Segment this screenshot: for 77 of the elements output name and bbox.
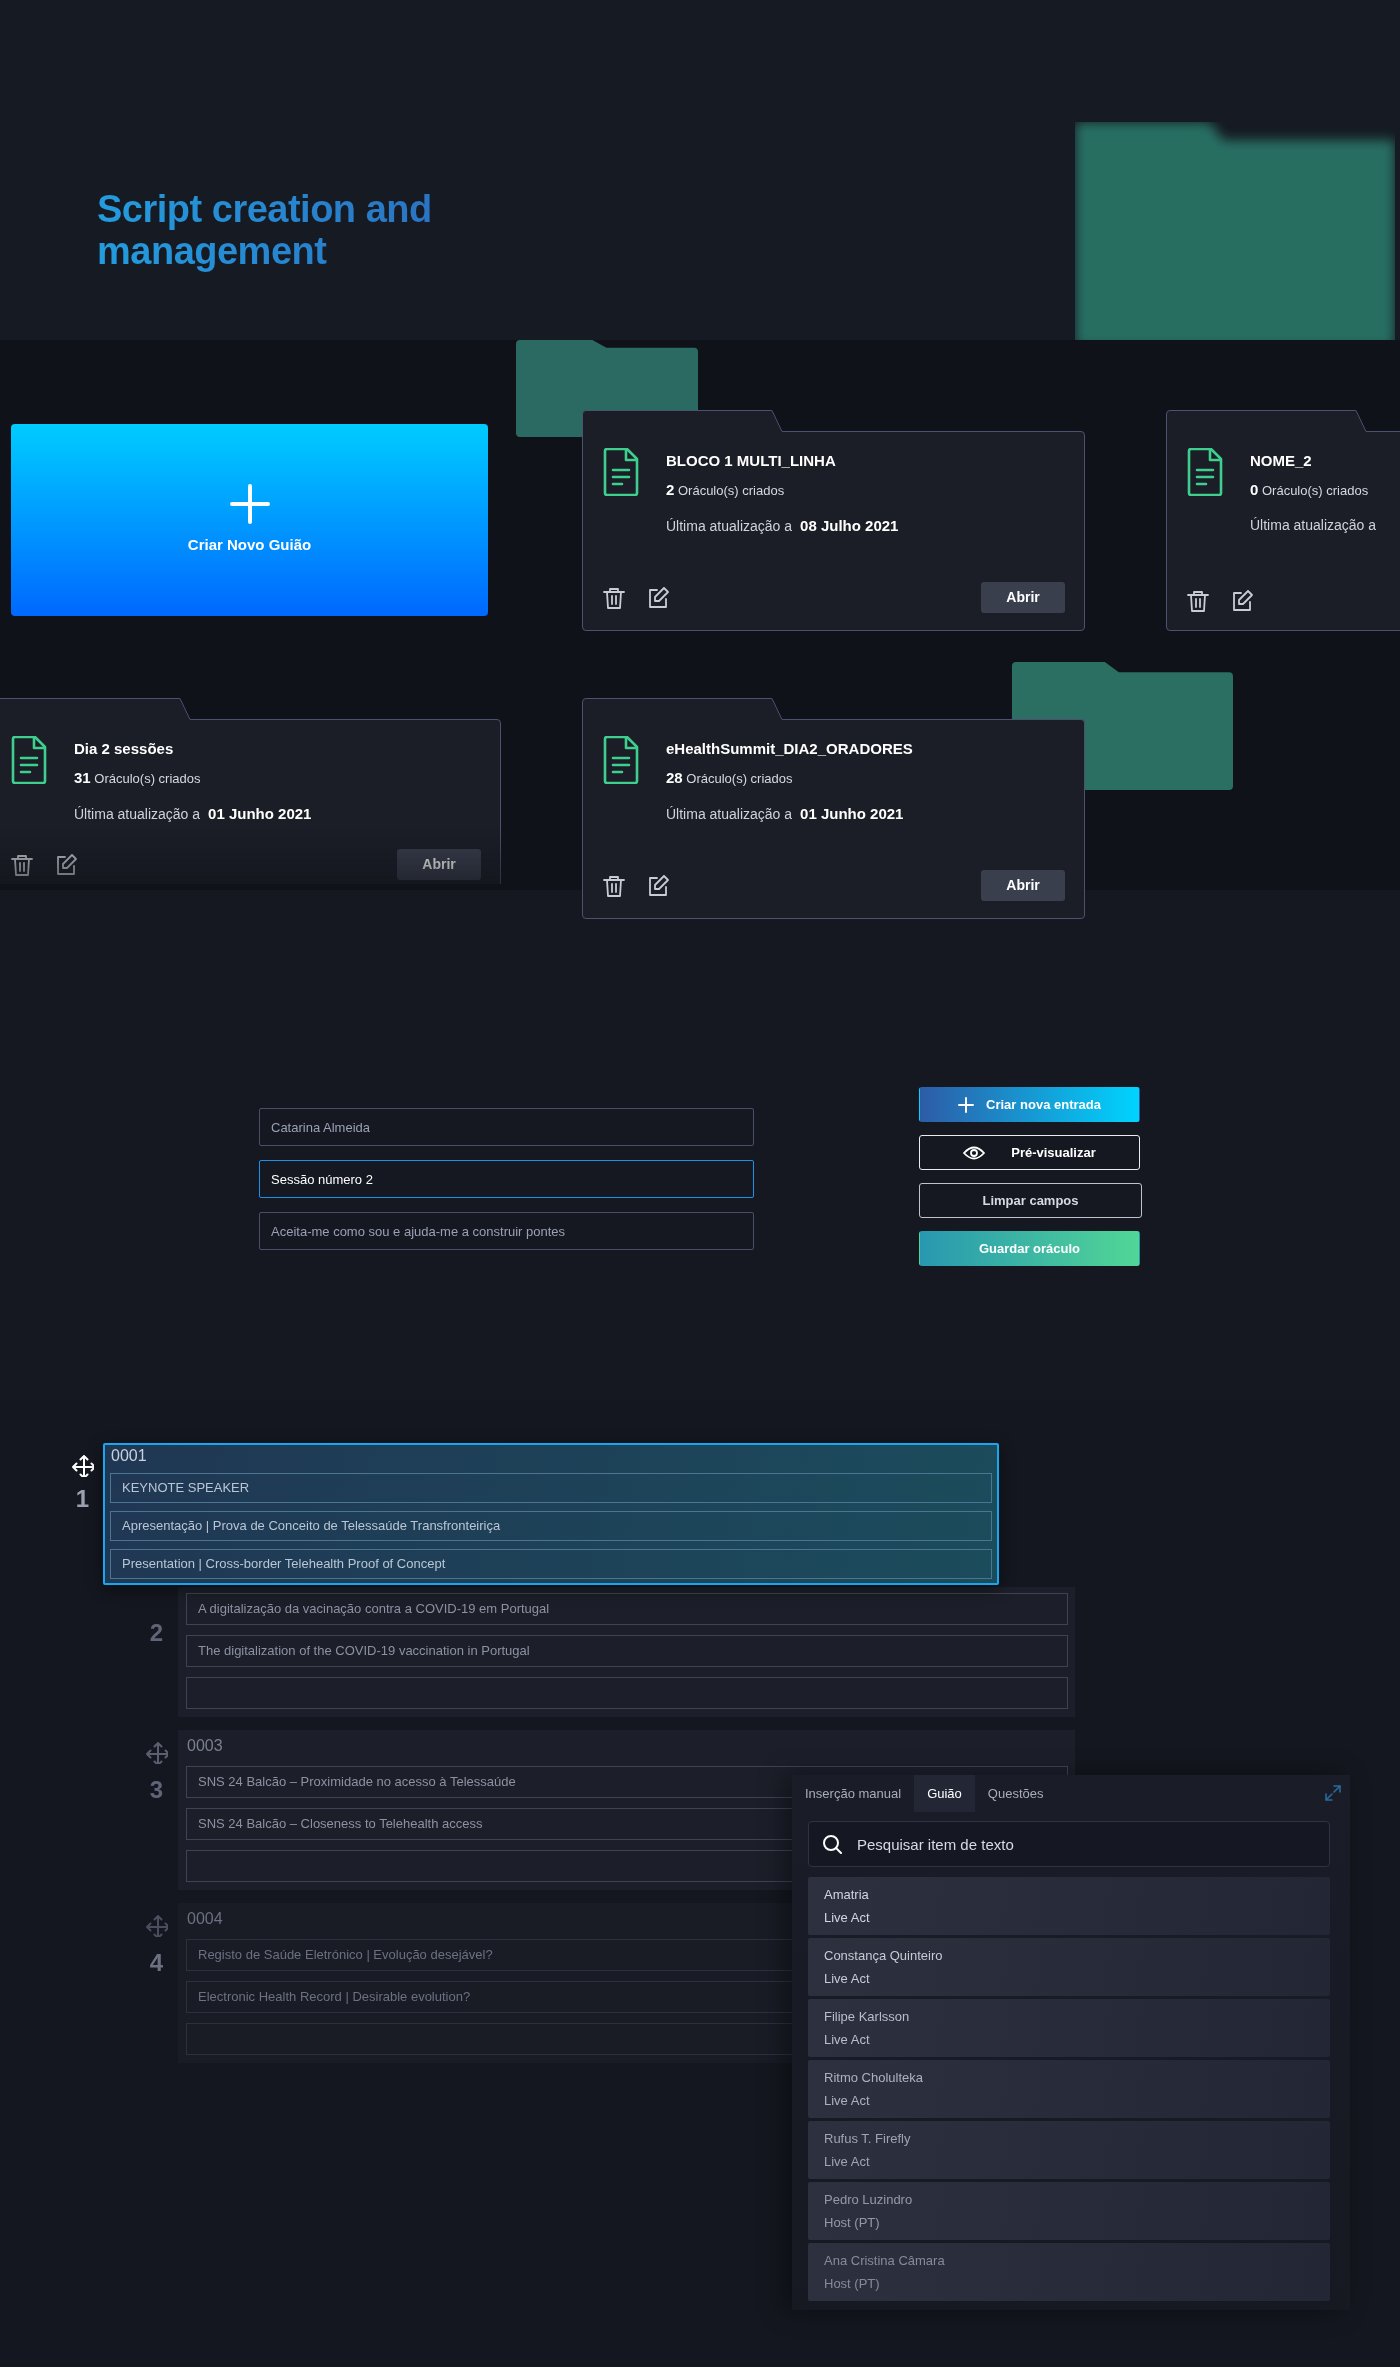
item-name: Constança Quinteiro — [824, 1947, 944, 1965]
document-icon — [10, 736, 48, 784]
entry-field[interactable]: The digitalization of the COVID-19 vaccination in Portugal — [186, 1635, 1068, 1667]
trash-icon[interactable] — [602, 585, 626, 610]
item-role: Host (PT) — [824, 2274, 881, 2293]
script-count: 0 Oráculo(s) criados — [1250, 479, 1370, 500]
action-button[interactable]: Limpar campos — [919, 1183, 1142, 1218]
plus-icon — [229, 483, 270, 524]
entry-field[interactable]: KEYNOTE SPEAKER — [110, 1473, 992, 1503]
script-title: NOME_2 — [1250, 451, 1313, 471]
updated-label: Última atualização a — [74, 805, 201, 824]
expand-icon[interactable] — [1325, 1785, 1341, 1801]
item-name: Ritmo Cholulteka — [824, 2069, 924, 2087]
script-count: 28 Oráculo(s) criados — [666, 767, 794, 788]
updated-date: 01 Junho 2021 — [208, 804, 312, 824]
entry-number: 3 — [149, 1778, 164, 1802]
document-icon — [602, 448, 640, 496]
document-icon — [1186, 448, 1224, 496]
open-button[interactable]: Abrir — [981, 870, 1065, 901]
entry-card[interactable]: A digitalização da vacinação contra a COVID-19 em Portugal The digitalization of the COVID-19 vaccination in Portugal — [178, 1587, 1075, 1717]
trash-icon[interactable] — [1186, 589, 1210, 613]
edit-icon[interactable] — [646, 873, 670, 898]
list-item[interactable]: Constança Quinteiro Live Act — [808, 1938, 1330, 1996]
entry-field[interactable]: Presentation | Cross-border Telehealth Proof of Concept — [110, 1549, 992, 1579]
text-field[interactable]: Aceita-me como sou e ajuda-me a construir pontes — [259, 1212, 754, 1250]
entry-field[interactable]: Apresentação | Prova de Conceito de Telessaúde Transfronteiriça — [110, 1511, 992, 1541]
entry-number: 1 — [75, 1487, 90, 1511]
list-item[interactable]: Rufus T. Firefly Live Act — [808, 2121, 1330, 2179]
updated-date: 08 Julho 2021 — [800, 516, 899, 536]
edit-icon[interactable] — [646, 585, 670, 610]
script-title: BLOCO 1 MULTI_LINHA — [666, 451, 837, 471]
updated-label: Última atualização a — [666, 805, 793, 824]
list-item[interactable]: Pedro Luzindro Host (PT) — [808, 2182, 1330, 2240]
document-icon — [602, 736, 640, 784]
move-handle-icon[interactable] — [145, 1915, 168, 1937]
entry-number: 4 — [149, 1951, 164, 1975]
updated-label: Última atualização a — [666, 517, 793, 536]
eye-icon — [963, 1144, 986, 1161]
edit-icon[interactable] — [1230, 589, 1254, 613]
trash-icon[interactable] — [602, 873, 626, 898]
script-count: 31 Oráculo(s) criados — [74, 767, 202, 788]
create-script-button[interactable]: Criar Novo Guião — [11, 424, 488, 616]
entry-number: 2 — [149, 1621, 164, 1645]
script-title: Dia 2 sessões — [74, 739, 175, 759]
script-title: eHealthSummit_DIA2_ORADORES — [666, 739, 913, 759]
list-item[interactable]: Ritmo Cholulteka Live Act — [808, 2060, 1330, 2118]
action-button[interactable]: Pré-visualizar — [919, 1135, 1140, 1170]
text-field[interactable]: Sessão número 2 — [259, 1160, 754, 1198]
text-field[interactable]: Catarina Almeida — [259, 1108, 754, 1146]
item-role: Live Act — [824, 2152, 871, 2171]
item-role: Live Act — [824, 2030, 871, 2049]
entry-id: 0001 — [110, 1447, 147, 1465]
list-item[interactable]: Filipe Karlsson Live Act — [808, 1999, 1330, 2057]
list-item[interactable]: Amatria Live Act — [808, 1877, 1330, 1935]
trash-icon[interactable] — [10, 852, 34, 877]
item-name: Rufus T. Firefly — [824, 2130, 912, 2148]
item-name: Pedro Luzindro — [824, 2191, 914, 2209]
edit-icon[interactable] — [54, 852, 78, 877]
move-handle-icon[interactable] — [145, 1742, 168, 1764]
script-count: 2 Oráculo(s) criados — [666, 479, 786, 500]
open-button[interactable]: Abrir — [397, 849, 481, 880]
panel-tab[interactable]: Guião — [914, 1775, 975, 1812]
search-icon — [822, 1834, 842, 1854]
plus-icon — [958, 1096, 975, 1113]
item-role: Host (PT) — [824, 2213, 881, 2232]
search-field[interactable]: Pesquisar item de texto — [808, 1821, 1330, 1867]
entry-card[interactable]: 0001 KEYNOTE SPEAKER Apresentação | Prova de Conceito de Telessaúde Transfronteiriça Presentation | Cross-border Telehealth Proof of Concept — [103, 1443, 999, 1585]
list-item[interactable]: Ana Cristina Câmara Host (PT) — [808, 2243, 1330, 2301]
updated-label: Última atualização a — [1250, 516, 1377, 535]
entry-id: 0004 — [186, 1909, 223, 1929]
entry-id: 0003 — [186, 1736, 223, 1756]
open-button[interactable]: Abrir — [981, 582, 1065, 613]
updated-date: 01 Junho 2021 — [800, 804, 904, 824]
entry-field[interactable]: A digitalização da vacinação contra a COVID-19 em Portugal — [186, 1593, 1068, 1625]
item-role: Live Act — [824, 2091, 871, 2110]
item-name: Ana Cristina Câmara — [824, 2252, 946, 2270]
item-role: Live Act — [824, 1908, 871, 1927]
